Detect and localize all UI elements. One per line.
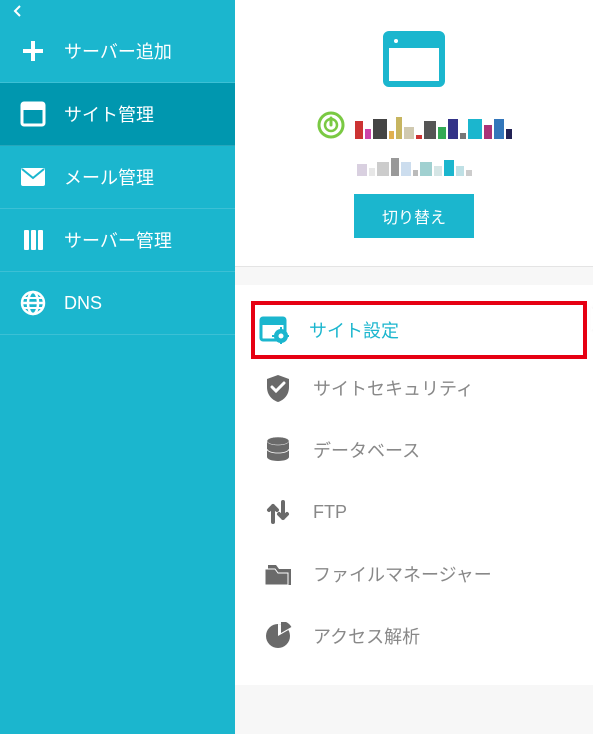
menu-item-label: アクセス解析 [313,623,420,649]
menu-item-file-manager[interactable]: ファイルマネージャー [255,545,583,603]
sidebar-item-site-management[interactable]: サイト管理 [0,83,235,146]
menu-item-label: サイト設定 [309,317,399,343]
menu-item-site-security[interactable]: サイトセキュリティ [255,359,583,417]
shield-check-icon [263,373,293,403]
domain-name-obscured [355,117,512,139]
sidebar-item-mail-management[interactable]: メール管理 [0,146,235,209]
window-icon [20,101,46,127]
pie-chart-icon [263,621,293,651]
menu-item-ftp[interactable]: FTP [255,483,583,541]
folder-icon [263,559,293,589]
menu-item-label: サイトセキュリティ [313,375,474,401]
sidebar-item-dns[interactable]: DNS [0,272,235,335]
mail-icon [20,164,46,190]
switch-button[interactable]: 切り替え [354,194,474,238]
server-icon [20,227,46,253]
site-header-panel: 切り替え [235,0,593,267]
sidebar-item-label: メール管理 [64,164,154,190]
menu-item-access-analytics[interactable]: アクセス解析 [255,607,583,665]
power-status-icon [317,111,345,144]
menu-item-label: ファイルマネージャー [313,561,492,587]
site-menu-panel: サイト設定 サイトセキュリティ データベース FTP ファイルマネージャー [235,285,593,685]
sidebar-item-add-server[interactable]: サーバー追加 [0,20,235,83]
globe-icon [20,290,46,316]
domain-row [317,111,512,144]
menu-item-site-settings[interactable]: サイト設定 [251,301,587,359]
back-button[interactable] [0,0,235,20]
sidebar-item-label: サーバー追加 [64,38,172,64]
sidebar: サーバー追加 サイト管理 メール管理 サーバー管理 DNS [0,0,235,734]
sidebar-item-label: DNS [64,293,102,314]
site-settings-icon [259,315,289,345]
menu-item-label: FTP [313,502,347,523]
app-window-icon [382,30,446,93]
sidebar-item-label: サイト管理 [64,101,154,127]
menu-item-label: データベース [313,437,420,463]
database-icon [263,435,293,465]
server-name-obscured [357,158,472,176]
plus-icon [20,38,46,64]
main-content: 切り替え サイト設定 サイトセキュリティ データベース FTP [235,0,593,734]
sidebar-item-server-management[interactable]: サーバー管理 [0,209,235,272]
sidebar-item-label: サーバー管理 [64,227,172,253]
ftp-arrows-icon [263,497,293,527]
menu-item-database[interactable]: データベース [255,421,583,479]
